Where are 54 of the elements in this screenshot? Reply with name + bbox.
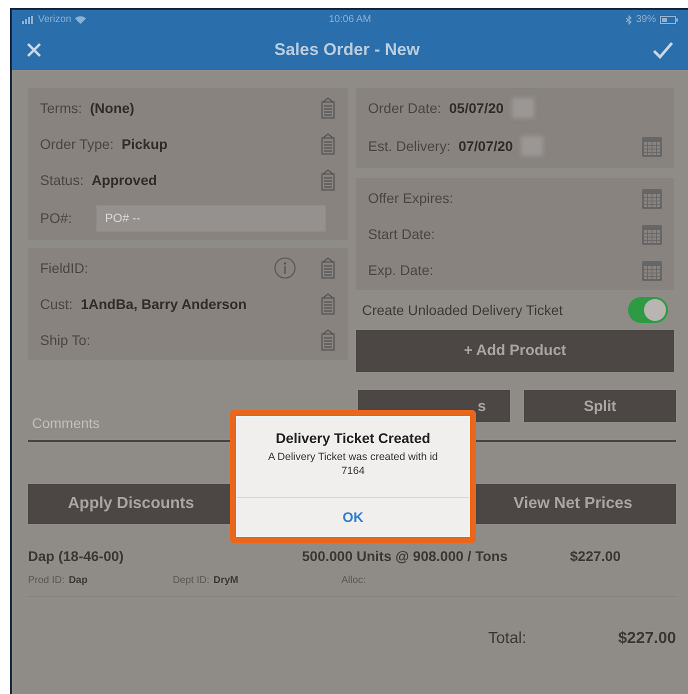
- field-label: Offer Expires:: [368, 188, 454, 208]
- field-value: 05/07/20: [449, 98, 504, 118]
- field-label: Ship To:: [40, 330, 90, 350]
- line-amount: $227.00: [570, 547, 621, 566]
- screen-title: Sales Order - New: [274, 38, 420, 61]
- field-value: DryM: [213, 574, 240, 588]
- field-label: Cust:: [40, 294, 73, 314]
- field-value: 07/07/20: [458, 136, 513, 156]
- total-label: Total:: [488, 629, 528, 649]
- quantity-price: 500.000 Units @ 908.000 / Tons: [302, 547, 509, 566]
- checkmark-icon[interactable]: [652, 40, 674, 58]
- calendar-icon[interactable]: [642, 136, 662, 156]
- wifi-icon: [75, 16, 86, 24]
- field-label: Terms:: [40, 98, 82, 118]
- field-label: Start Date:: [368, 224, 435, 244]
- action-button[interactable]: Split: [524, 390, 676, 422]
- signal-icon: [22, 16, 34, 24]
- field-label: Order Date:: [368, 98, 442, 118]
- po-number-field[interactable]: PO# --: [96, 204, 326, 232]
- list-picker-icon[interactable]: [320, 169, 336, 191]
- toggle-switch[interactable]: [628, 297, 668, 323]
- calendar-icon[interactable]: [642, 188, 662, 208]
- battery-percent: 39%: [636, 13, 656, 27]
- add-product-button[interactable]: + Add Product: [356, 330, 674, 372]
- calendar-icon[interactable]: [642, 260, 662, 280]
- field-label: FieldID:: [40, 258, 88, 278]
- field-value: (None): [90, 98, 134, 118]
- list-picker-icon[interactable]: [320, 257, 336, 279]
- toggle-label: Create Unloaded Delivery Ticket: [362, 300, 563, 320]
- field-label: PO#:: [40, 208, 73, 228]
- info-icon[interactable]: [274, 257, 296, 279]
- field-value: 1AndBa, Barry Anderson: [80, 294, 247, 314]
- list-picker-icon[interactable]: [320, 133, 336, 155]
- field-label: Est. Delivery:: [368, 136, 450, 156]
- status-time: 10:06 AM: [328, 13, 372, 27]
- bluetooth-icon: [626, 14, 632, 24]
- calendar-icon[interactable]: [642, 224, 662, 244]
- field-value: Pickup: [122, 134, 168, 154]
- total-value: $227.00: [618, 629, 676, 649]
- close-icon[interactable]: [26, 42, 42, 58]
- alert-title: Delivery Ticket Created: [274, 429, 432, 448]
- field-label: Status:: [40, 170, 84, 190]
- field-value: Dap: [68, 574, 89, 588]
- field-value: Approved: [92, 170, 157, 190]
- field-label: Exp. Date:: [368, 260, 434, 280]
- list-picker-icon[interactable]: [320, 293, 336, 315]
- product-name: Dap (18-46-00): [28, 547, 125, 566]
- battery-icon: [660, 16, 678, 24]
- carrier-name: Verizon: [38, 13, 72, 27]
- field-label: Order Type:: [40, 134, 114, 154]
- alert-message: A Delivery Ticket was created with id 7164: [267, 450, 439, 478]
- list-picker-icon[interactable]: [320, 329, 336, 351]
- list-picker-icon[interactable]: [320, 97, 336, 119]
- ok-button[interactable]: OK: [236, 497, 470, 537]
